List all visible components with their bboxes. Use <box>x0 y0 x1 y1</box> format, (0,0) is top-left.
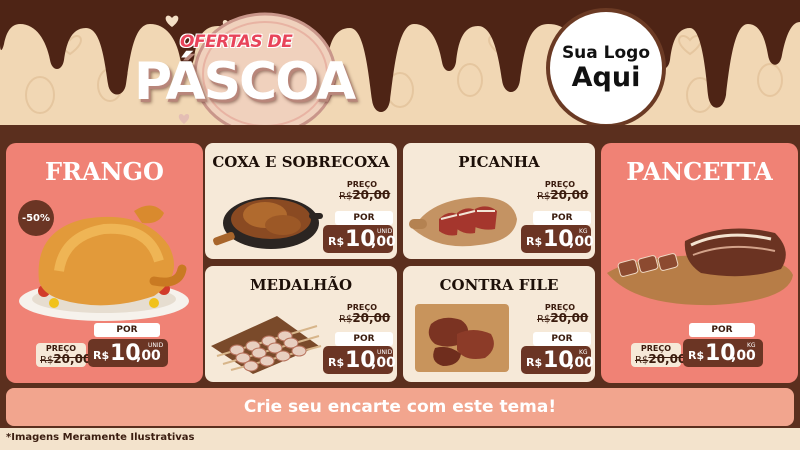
picanha-board-image <box>409 197 517 247</box>
new-price-tag: R$ 10 ,00 KG <box>521 346 594 374</box>
title-small: OFERTAS DE <box>180 32 293 52</box>
product-card-contrafile: CONTRA FILE PREÇO R$20,00 POR R$ 10 ,00 … <box>403 266 595 382</box>
product-name: CONTRA FILE <box>439 276 559 294</box>
new-price-tag: R$ 10 ,00 UNID <box>323 346 396 374</box>
contra-file-board-image <box>415 304 509 372</box>
currency: R$ <box>93 349 110 362</box>
por-label: POR <box>533 332 591 346</box>
old-price-tag: PREÇO R$20,00 <box>533 302 588 326</box>
product-card-pancetta: PANCETTA POR PREÇO R$20,00 R$ 10 ,00 KG <box>601 143 798 383</box>
discount-badge: -50% <box>18 200 54 236</box>
por-label: POR <box>335 211 393 225</box>
old-price-tag: PREÇO R$20,00 <box>533 179 588 203</box>
product-card-picanha: PICANHA PREÇO R$20,00 POR R$ 10 ,00 KG <box>403 143 595 259</box>
medalhao-skewers-image <box>211 316 322 374</box>
product-name: COXA E SOBRECOXA <box>212 153 390 171</box>
old-price-tag: PREÇO R$20,00 <box>335 302 390 326</box>
product-name: PANCETTA <box>626 157 773 186</box>
chocolate-drip-decoration <box>0 0 800 129</box>
header-banner <box>0 0 800 140</box>
price-unit: UNID <box>148 342 164 349</box>
logo-line-1: Sua Logo <box>561 43 651 63</box>
old-price-tag: PREÇO R$20,00 <box>36 343 92 367</box>
chicken-pan-image <box>213 197 323 249</box>
logo-placeholder: Sua Logo Aqui <box>546 8 666 128</box>
pancetta-board-image <box>607 228 793 306</box>
new-price-tag: R$ 10 ,00 KG <box>521 225 594 253</box>
por-label: POR <box>94 323 160 337</box>
por-label: POR <box>335 332 393 346</box>
product-card-frango: FRANGO -50% POR PREÇO R$20,00 R$ 10 ,00 … <box>6 143 203 383</box>
cta-banner: Crie seu encarte com este tema! <box>6 388 794 426</box>
logo-line-2: Aqui <box>571 62 641 93</box>
title-main: PÁSCOA <box>134 52 356 112</box>
por-label: POR <box>689 323 755 337</box>
new-price-tag: R$ 10 ,00 UNID <box>88 339 168 367</box>
product-name: FRANGO <box>45 157 164 186</box>
new-price-tag: R$ 10 ,00 KG <box>683 339 763 367</box>
footer-note: *Imagens Meramente Ilustrativas <box>6 432 195 443</box>
old-price-value: R$20,00 <box>40 352 92 366</box>
product-card-medalhao: MEDALHÃO PREÇO R$20,00 POR R$ 10 ,00 UNI… <box>205 266 397 382</box>
por-label: POR <box>533 211 591 225</box>
title-lockup: OFERTAS DE PÁSCOA <box>130 12 370 136</box>
new-price-tag: R$ 10 ,00 UNID <box>323 225 396 253</box>
price-cents: ,00 <box>136 348 161 364</box>
old-price-tag: PREÇO R$20,00 <box>631 343 686 367</box>
old-price-tag: PREÇO R$20,00 <box>335 179 390 203</box>
product-name: MEDALHÃO <box>249 276 353 294</box>
product-name: PICANHA <box>458 153 540 171</box>
product-card-coxa: COXA E SOBRECOXA PREÇO R$20,00 POR R$ 10… <box>205 143 397 259</box>
